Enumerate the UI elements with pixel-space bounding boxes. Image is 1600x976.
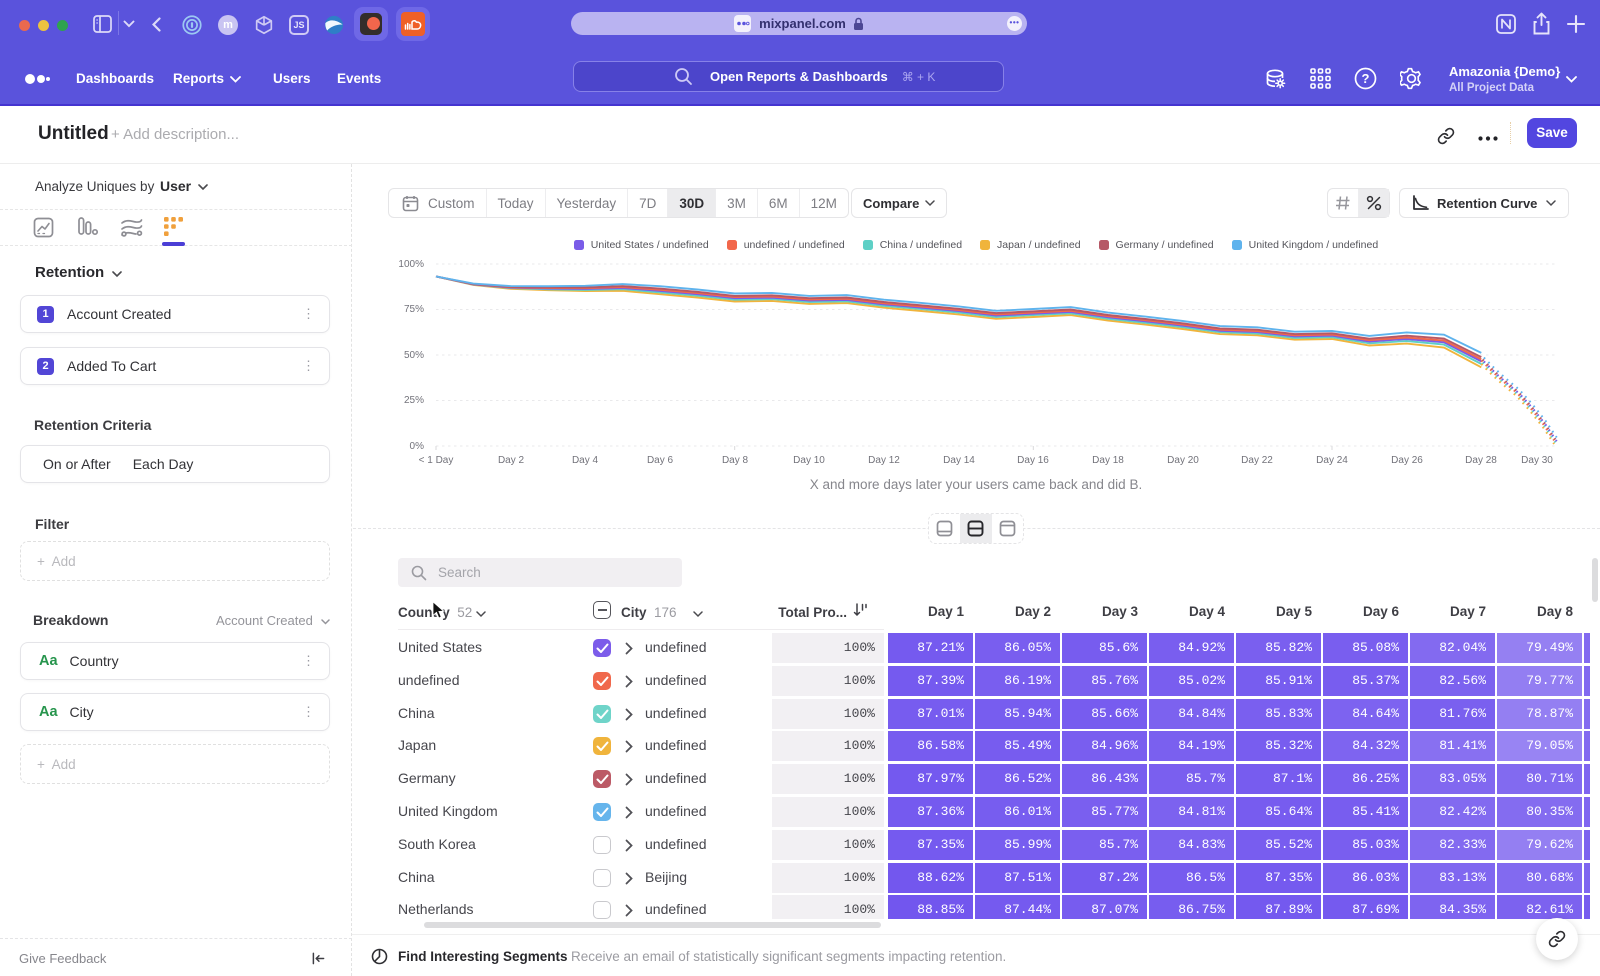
svg-text:?: ? [1362, 71, 1370, 86]
